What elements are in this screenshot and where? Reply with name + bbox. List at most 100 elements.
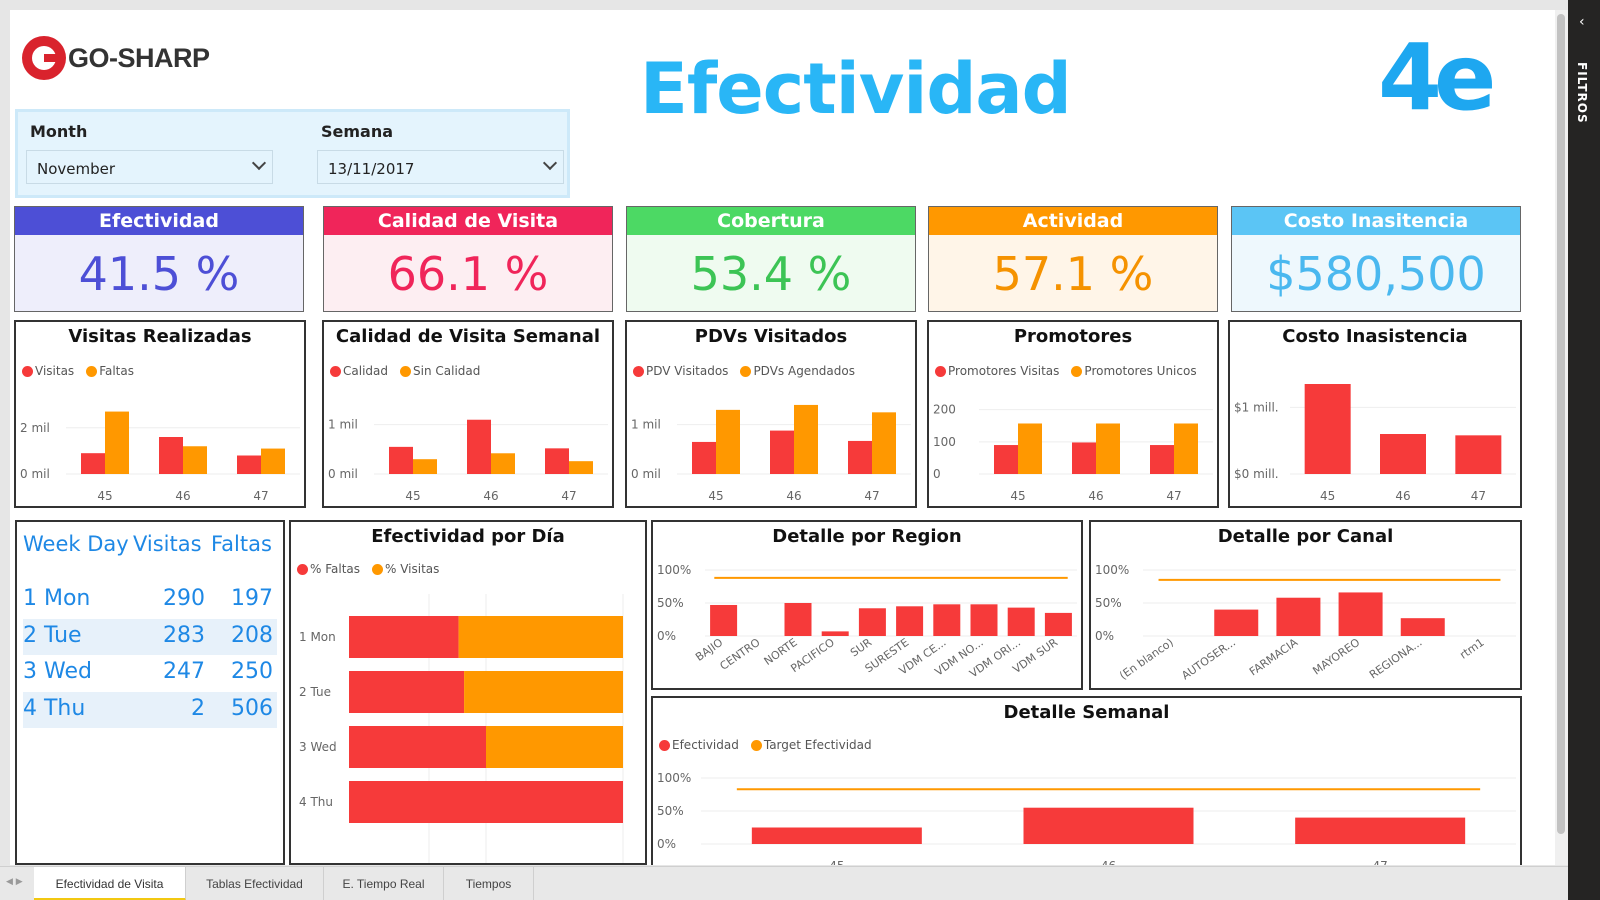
bar[interactable] (933, 604, 961, 636)
x-tick-label: SUR (848, 636, 874, 660)
bar[interactable] (1072, 442, 1096, 474)
table-row[interactable]: 1 Mon 290 197 (23, 582, 277, 618)
bar[interactable] (716, 409, 740, 474)
tab-e-tiempo-real[interactable]: E. Tiempo Real (324, 867, 444, 900)
bar[interactable] (710, 604, 738, 636)
y-tick-label: 0 mil (20, 467, 50, 481)
bar[interactable] (1150, 445, 1174, 474)
bar-segment[interactable] (486, 726, 623, 768)
bar[interactable] (994, 445, 1018, 474)
table-row[interactable]: 2 Tue 283 208 (23, 618, 277, 655)
filters-label: FILTROS (1575, 62, 1589, 124)
chart-region[interactable]: Detalle por Region 0% 50% 100% BAJIO CENTRO NO… (651, 520, 1083, 690)
bar-segment[interactable] (349, 726, 486, 768)
bar[interactable] (1174, 423, 1198, 474)
y-tick-label: 1 mil (328, 418, 358, 432)
scrollbar-thumb[interactable] (1557, 14, 1565, 834)
chart-visitas[interactable]: Visitas Realizadas Visitas Faltas 0 mil 2 mi… (14, 320, 306, 508)
bar[interactable] (1018, 423, 1042, 474)
chevron-left-icon[interactable]: ‹ (1579, 14, 1585, 30)
x-tick-label: 45 (1320, 489, 1335, 503)
x-tick-label: 45 (405, 489, 420, 503)
chart-promotores[interactable]: Promotores Promotores Visitas Promotores U… (927, 320, 1219, 508)
bar[interactable] (237, 455, 261, 475)
chart-svg-semanal: 0% 50% 100% 45 46 47 (657, 771, 1516, 865)
bar[interactable] (545, 448, 569, 474)
bar[interactable] (413, 459, 437, 474)
bar[interactable] (183, 446, 207, 474)
bar[interactable] (1044, 612, 1072, 636)
chart-semanal[interactable]: Detalle Semanal Efectividad Target Efectiv… (651, 696, 1522, 865)
bar[interactable] (1276, 597, 1321, 636)
bar[interactable] (261, 448, 285, 474)
brand-logo: 4e (1378, 24, 1496, 131)
x-tick-label: 46 (1395, 489, 1410, 503)
chart-svg-visitas: 0 mil 2 mil 45 46 47 (20, 411, 300, 503)
cell-weekday: 1 Mon (23, 586, 91, 611)
x-tick-label: 47 (253, 489, 268, 503)
chart-pdvs[interactable]: PDVs Visitados PDV Visitados PDVs Agendado… (625, 320, 917, 508)
tab-efectividad-de-visita[interactable]: Efectividad de Visita (34, 867, 186, 900)
bar[interactable] (1304, 384, 1351, 474)
x-tick-label: rtm1 (1457, 636, 1486, 662)
bar[interactable] (896, 606, 924, 636)
bar[interactable] (970, 604, 998, 636)
bar[interactable] (784, 603, 812, 636)
bar[interactable] (1455, 435, 1502, 474)
bar[interactable] (389, 446, 413, 474)
chart-canal[interactable]: Detalle por Canal 0% 50% 100% (En blanco) AUT… (1089, 520, 1522, 690)
bar[interactable] (467, 419, 491, 474)
bar-segment[interactable] (464, 671, 623, 713)
bar[interactable] (105, 411, 129, 474)
bar[interactable] (1007, 607, 1035, 636)
bar-segment[interactable] (349, 781, 623, 823)
bar-segment[interactable] (349, 671, 465, 713)
y-tick-label: $1 mill. (1234, 400, 1279, 414)
x-tick-label: FARMACIA (1247, 636, 1301, 679)
bar-segment[interactable] (458, 616, 623, 658)
bar[interactable] (848, 440, 872, 474)
tab-tablas-efectividad[interactable]: Tablas Efectividad (186, 867, 324, 900)
table-row[interactable]: 4 Thu 2 506 (23, 691, 277, 728)
vertical-scrollbar[interactable] (1555, 10, 1568, 865)
week-dropdown[interactable]: 13/11/2017 (317, 150, 564, 184)
x-tick-label: 47 (1166, 489, 1181, 503)
bar[interactable] (1338, 592, 1383, 636)
chart-dia[interactable]: Efectividad por Día% Faltas% Visitas 1 Mo… (289, 520, 647, 865)
chart-svg-canal: 0% 50% 100% (En blanco) AUTOSER... FARMACIA MA… (1095, 563, 1516, 682)
bar[interactable] (81, 453, 105, 474)
bar[interactable] (794, 404, 818, 474)
tab-tiempos[interactable]: Tiempos (444, 867, 534, 900)
bar[interactable] (692, 441, 716, 474)
chart-costo[interactable]: Costo Inasistencia $0 mill. $1 mill. 45 46 47 (1228, 320, 1522, 508)
bar[interactable] (872, 412, 896, 474)
bar[interactable] (751, 827, 922, 845)
filters-pane[interactable]: ‹ FILTROS (1568, 0, 1600, 900)
tab-nav-arrows-icon[interactable]: ◀ ▶ (6, 877, 23, 887)
bar[interactable] (1380, 434, 1426, 474)
table-row[interactable]: 3 Wed 247 250 (23, 655, 277, 691)
bar[interactable] (1023, 807, 1194, 844)
weekday-table[interactable]: Week Day Visitas Faltas 1 Mon 290 197 2 Tue… (15, 520, 285, 865)
cell-weekday: 3 Wed (23, 659, 92, 684)
month-value: November (37, 160, 116, 178)
month-label: Month (30, 122, 88, 141)
month-dropdown[interactable]: November (26, 150, 273, 184)
bar[interactable] (1096, 423, 1120, 474)
y-tick-label: 3 Wed (299, 740, 337, 754)
bar[interactable] (821, 631, 849, 636)
bar[interactable] (1295, 817, 1466, 844)
week-label: Semana (321, 122, 394, 141)
chart-svg-costo: $0 mill. $1 mill. 45 46 47 (1234, 384, 1516, 503)
go-sharp-logo-icon (22, 36, 66, 80)
bar[interactable] (159, 437, 183, 474)
bar-segment[interactable] (349, 616, 459, 658)
bar[interactable] (569, 461, 593, 474)
bar[interactable] (770, 430, 794, 474)
chart-calidad[interactable]: Calidad de Visita Semanal Calidad Sin Cali… (322, 320, 614, 508)
cell-faltas: 506 (231, 695, 273, 721)
bar[interactable] (858, 608, 886, 636)
bar[interactable] (1214, 609, 1259, 636)
bar[interactable] (491, 453, 515, 474)
bar[interactable] (1400, 618, 1445, 636)
